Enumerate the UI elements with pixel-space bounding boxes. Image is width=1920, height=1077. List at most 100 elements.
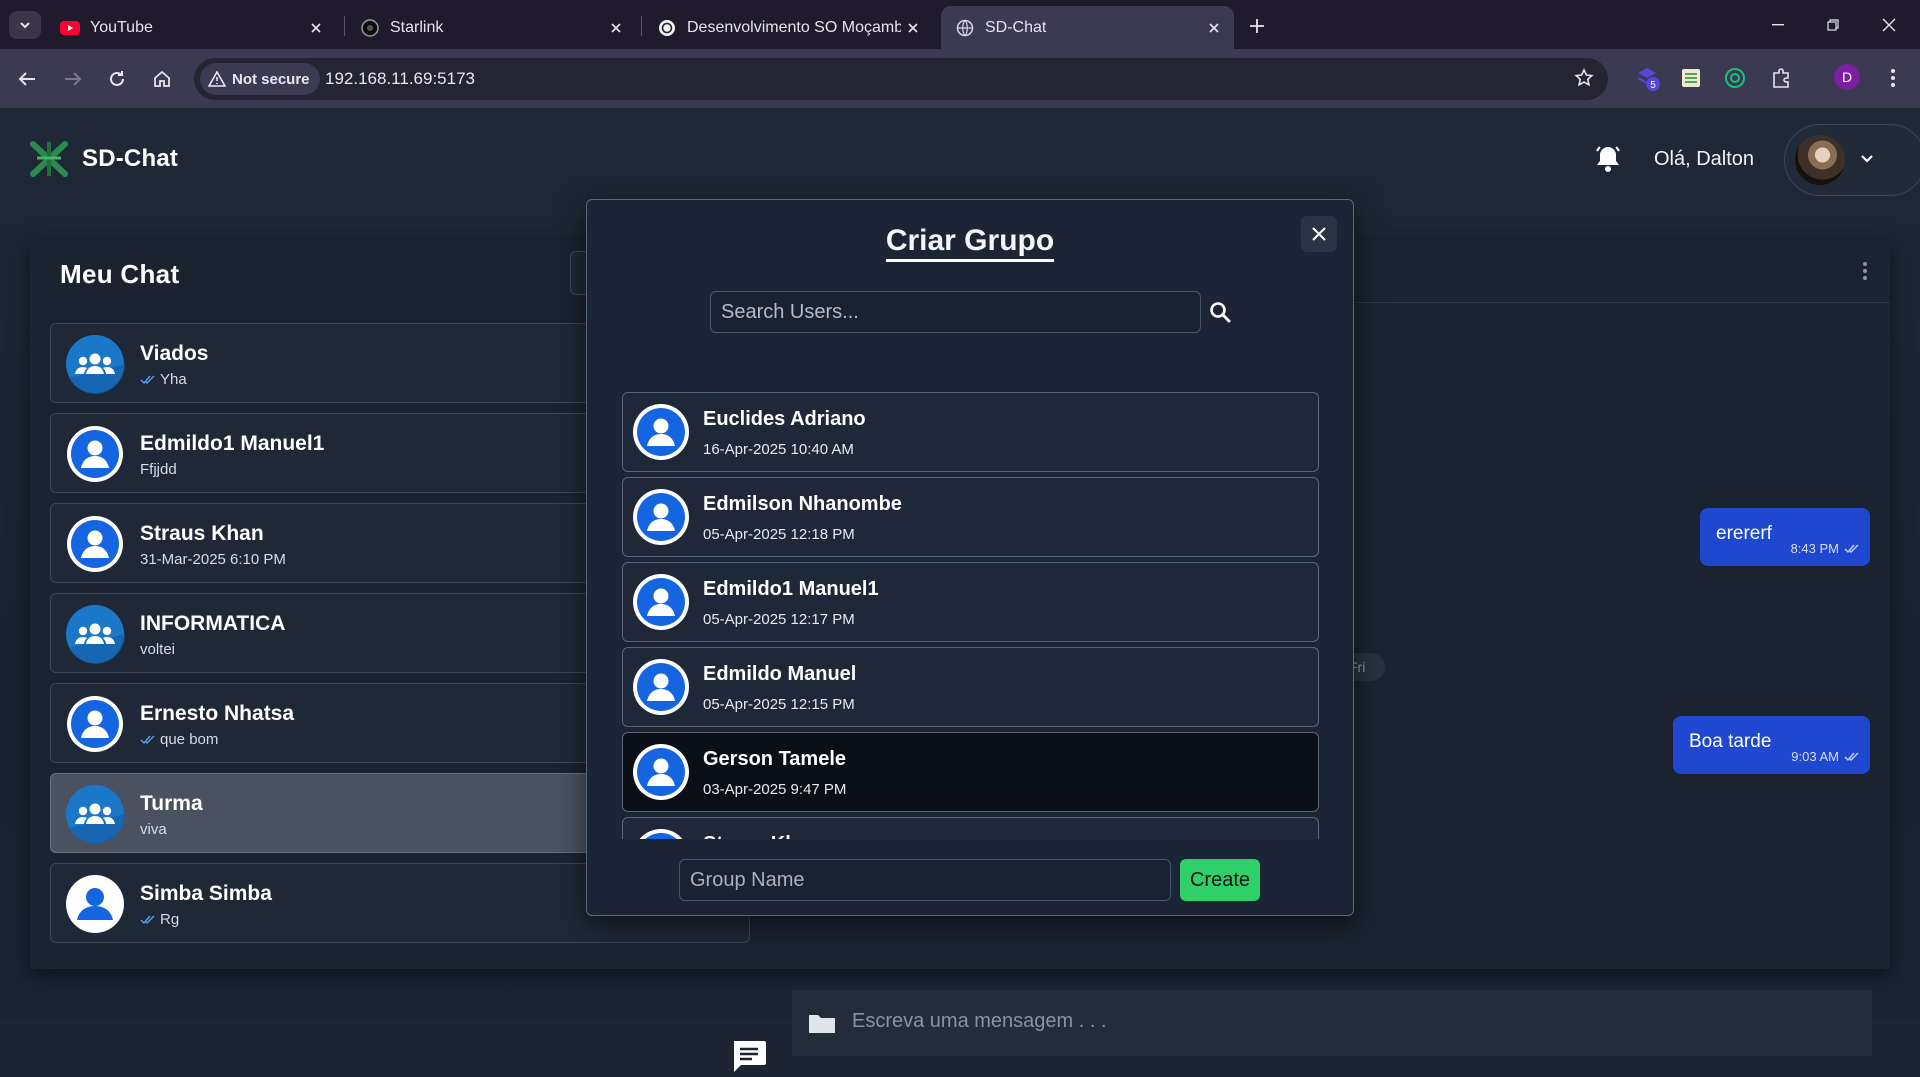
message-composer[interactable]: Escreva uma mensagem . . .: [792, 990, 1872, 1056]
chat-preview-text: 31-Mar-2025 6:10 PM: [140, 551, 286, 568]
create-group-button[interactable]: Create: [1180, 859, 1260, 901]
warning-icon: [208, 71, 226, 87]
double-check-icon: [140, 915, 155, 924]
user-name: Edmilson Nhanombe: [703, 493, 902, 515]
user-avatar-icon: [631, 487, 691, 547]
home-button[interactable]: [145, 62, 179, 96]
message-bubble[interactable]: Boa tarde 9:03 AM: [1673, 716, 1870, 774]
user-name: Straus Khan: [703, 833, 821, 839]
close-icon: [1312, 227, 1326, 241]
user-avatar-icon: [631, 742, 691, 802]
user-avatar-icon: [65, 514, 125, 574]
tab-desenvolvimento[interactable]: Desenvolvimento SO Moçambique: [643, 6, 933, 49]
chat-preview-text: viva: [140, 821, 167, 838]
search-users-input[interactable]: [710, 291, 1201, 333]
user-list[interactable]: Euclides Adriano 16-Apr-2025 10:40 AM Edmi…: [622, 392, 1319, 839]
chat-name: Straus Khan: [140, 522, 264, 545]
chat-preview: Yha: [140, 371, 187, 388]
greeting-text: Olá, Dalton: [1654, 148, 1755, 170]
user-list-item[interactable]: Straus Khan: [622, 817, 1319, 839]
message-bubble[interactable]: erererf 8:43 PM: [1700, 508, 1870, 566]
chat-preview: que bom: [140, 731, 218, 748]
browser-profile-avatar[interactable]: D: [1834, 64, 1860, 90]
user-list-item[interactable]: Edmildo1 Manuel1 05-Apr-2025 12:17 PM: [622, 562, 1319, 642]
reload-button[interactable]: [100, 62, 134, 96]
user-date: 05-Apr-2025 12:18 PM: [703, 526, 855, 543]
user-avatar-icon: [631, 572, 691, 632]
chat-panel-title: Meu Chat: [60, 259, 180, 289]
tab-search-button[interactable]: [9, 11, 41, 39]
user-name: Edmildo Manuel: [703, 663, 857, 685]
chevron-down-icon: [20, 22, 30, 29]
openai-icon: [657, 18, 677, 38]
chat-preview: 31-Mar-2025 6:10 PM: [140, 551, 286, 568]
tab-starlink[interactable]: Starlink: [346, 6, 636, 49]
tab-close-icon[interactable]: [304, 16, 328, 40]
modal-close-button[interactable]: [1301, 216, 1337, 252]
new-chat-fab[interactable]: [729, 1037, 769, 1077]
target-extension-icon[interactable]: [1722, 65, 1748, 91]
extension-badge-count: 5: [1650, 80, 1656, 91]
tab-title: Starlink: [390, 18, 444, 36]
user-name: Euclides Adriano: [703, 408, 866, 430]
sheets-extension-icon[interactable]: [1678, 65, 1704, 91]
minimize-icon: [1772, 24, 1784, 26]
puzzle-extensions-icon[interactable]: [1768, 65, 1794, 91]
message-text: Boa tarde: [1689, 731, 1772, 752]
message-input-placeholder[interactable]: Escreva uma mensagem . . .: [852, 1010, 1107, 1033]
chat-preview-text: Ffjjdd: [140, 461, 177, 478]
chat-preview-text: voltei: [140, 641, 176, 658]
folder-icon: [809, 1015, 835, 1033]
globe-icon: [955, 18, 975, 38]
profile-menu-button[interactable]: [1784, 124, 1920, 196]
user-avatar-icon: [631, 827, 691, 839]
brand[interactable]: SD-Chat: [29, 140, 178, 178]
tab-close-icon[interactable]: [1202, 16, 1226, 40]
sd-chat-logo-icon: [30, 141, 68, 177]
user-list-item[interactable]: Euclides Adriano 16-Apr-2025 10:40 AM: [622, 392, 1319, 472]
new-tab-button[interactable]: [1243, 12, 1271, 40]
chat-name: Turma: [140, 792, 203, 815]
user-avatar-icon: [631, 657, 691, 717]
message-time: 8:43 PM: [1790, 541, 1839, 556]
forward-button[interactable]: [56, 62, 90, 96]
tab-youtube[interactable]: YouTube: [46, 6, 336, 49]
address-bar[interactable]: Not secure 192.168.11.69:5173: [194, 58, 1608, 100]
double-check-icon: [1844, 752, 1859, 761]
tab-title: Desenvolvimento SO Moçambique: [687, 18, 901, 36]
chat-preview-text: que bom: [160, 731, 219, 748]
close-window-button[interactable]: [1866, 10, 1912, 40]
chevron-down-icon: [1861, 155, 1873, 163]
tab-title: SD-Chat: [985, 18, 1047, 36]
home-icon: [154, 70, 170, 87]
extension-badge-icon[interactable]: 5: [1634, 65, 1660, 91]
tab-sd-chat[interactable]: SD-Chat: [941, 6, 1234, 49]
chat-preview: Ffjjdd: [140, 461, 177, 478]
user-list-item[interactable]: Edmildo Manuel 05-Apr-2025 12:15 PM: [622, 647, 1319, 727]
browser-tab-strip: YouTube Starlink Desenvolvimento SO Moça…: [0, 0, 1920, 49]
bookmark-star-icon[interactable]: [1574, 68, 1594, 88]
tab-close-icon[interactable]: [901, 16, 925, 40]
user-list-item[interactable]: Gerson Tamele 03-Apr-2025 9:47 PM: [622, 732, 1319, 812]
back-button[interactable]: [10, 62, 44, 96]
chat-preview: viva: [140, 821, 167, 838]
double-check-icon: [1844, 544, 1859, 553]
user-name: Edmildo1 Manuel1: [703, 578, 879, 600]
tab-close-icon[interactable]: [604, 16, 628, 40]
message-meta: 8:43 PM: [1791, 541, 1860, 556]
group-avatar-icon: [65, 784, 125, 844]
restore-button[interactable]: [1810, 10, 1856, 40]
app-name: SD-Chat: [82, 145, 179, 172]
notifications-bell-icon[interactable]: [1593, 144, 1623, 174]
user-avatar-icon: [65, 424, 125, 484]
site-info-button[interactable]: Not secure: [200, 63, 320, 95]
arrow-left-icon: [18, 72, 35, 86]
user-list-item[interactable]: Edmilson Nhanombe 05-Apr-2025 12:18 PM: [622, 477, 1319, 557]
search-icon[interactable]: [1209, 301, 1231, 323]
url-text[interactable]: 192.168.11.69:5173: [325, 69, 475, 89]
double-check-icon: [140, 735, 155, 744]
minimize-button[interactable]: [1755, 10, 1801, 40]
group-name-input[interactable]: [679, 859, 1171, 901]
close-icon: [1882, 18, 1896, 32]
browser-menu-icon[interactable]: [1880, 65, 1906, 91]
